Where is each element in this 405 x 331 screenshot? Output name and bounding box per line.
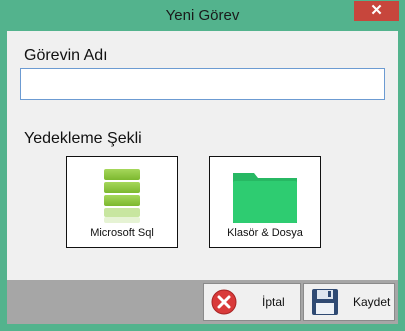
backup-method-label: Yedekleme Şekli [24, 130, 142, 147]
button-bar: İptal Kaydet [7, 280, 398, 324]
floppy-disk-icon [312, 289, 338, 315]
task-name-input[interactable] [20, 68, 385, 100]
folder-file-label: Klasör & Dosya [227, 227, 303, 239]
database-icon [104, 169, 140, 223]
cancel-icon [211, 289, 237, 315]
close-icon: ✕ [370, 2, 383, 19]
save-button[interactable]: Kaydet [303, 283, 395, 321]
folder-file-option[interactable]: Klasör & Dosya [209, 156, 321, 248]
title-bar[interactable]: Yeni Görev ✕ [0, 0, 405, 31]
save-label: Kaydet [353, 295, 391, 309]
cancel-label: İptal [262, 295, 285, 309]
microsoft-sql-label: Microsoft Sql [90, 227, 154, 239]
task-name-label: Görevin Adı [24, 47, 108, 64]
window-title: Yeni Görev [165, 7, 240, 24]
close-button[interactable]: ✕ [354, 1, 399, 21]
dialog-window: Yeni Görev ✕ Görevin Adı Yedekleme Şekli [0, 0, 405, 331]
cancel-button[interactable]: İptal [203, 283, 301, 321]
dialog-content: Görevin Adı Yedekleme Şekli Microsoft Sq… [7, 31, 398, 324]
microsoft-sql-option[interactable]: Microsoft Sql [66, 156, 178, 248]
folder-icon [233, 173, 297, 223]
